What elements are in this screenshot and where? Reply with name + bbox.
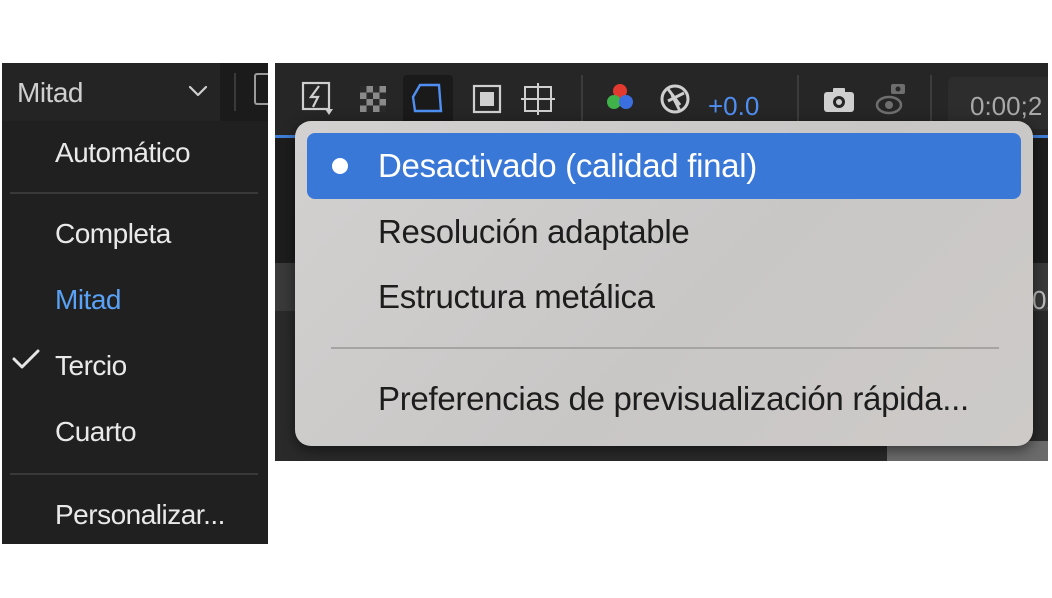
show-snapshot-icon[interactable] (875, 81, 909, 117)
checkmark-icon (12, 349, 40, 369)
color-channels-icon[interactable] (603, 81, 637, 117)
exposure-icon[interactable] (658, 81, 692, 117)
menu-item-mitad[interactable]: Mitad (55, 284, 121, 316)
menu-item-desactivado[interactable]: Desactivado (calidad final) (307, 133, 1021, 199)
panel-toggle-icon[interactable] (254, 73, 268, 105)
menu-item-resolucion-adaptable[interactable]: Resolución adaptable (307, 199, 1021, 265)
menu-item-label: Desactivado (calidad final) (378, 147, 757, 184)
menu-item-automatico[interactable]: Automático (55, 137, 191, 169)
menu-item-tercio[interactable]: Tercio (55, 350, 127, 382)
composition-viewer-panel: +0.0 0:00;2 02 Desactivado (calidad fina… (275, 63, 1048, 461)
menu-item-estructura-metalica[interactable]: Estructura metálica (307, 264, 1021, 330)
toolbar-divider (581, 75, 583, 121)
timecode: 0:00;2 (970, 91, 1043, 121)
menu-item-personalizar[interactable]: Personalizar... (55, 499, 225, 531)
radio-selected-icon (332, 158, 348, 174)
mask-path-icon (411, 83, 443, 113)
resolution-select-value: Mitad (17, 77, 83, 108)
menu-separator (331, 347, 999, 349)
toolbar-divider (797, 75, 799, 121)
mask-path-button[interactable] (403, 75, 453, 125)
transparency-grid-icon[interactable] (357, 81, 391, 117)
menu-separator (10, 473, 258, 475)
menu-item-completa[interactable]: Completa (55, 218, 171, 250)
title-safe-icon[interactable] (521, 81, 555, 117)
fast-preview-icon[interactable] (301, 81, 335, 117)
snapshot-camera-icon[interactable] (822, 81, 856, 117)
menu-separator (10, 192, 258, 194)
menu-item-label: Preferencias de previsualización rápida.… (378, 380, 969, 417)
toolbar-divider (234, 73, 236, 111)
menu-item-label: Resolución adaptable (378, 213, 690, 250)
fast-preview-menu: Desactivado (calidad final) Resolución a… (295, 121, 1033, 446)
region-of-interest-icon[interactable] (471, 81, 505, 117)
resolution-panel: Mitad Automático Completa Mitad Tercio C… (2, 63, 268, 544)
resolution-menu: Automático Completa Mitad Tercio Cuarto … (2, 121, 268, 544)
menu-item-preferencias[interactable]: Preferencias de previsualización rápida.… (307, 366, 1021, 432)
toolbar-divider (930, 75, 932, 121)
chevron-down-icon (188, 85, 208, 97)
menu-item-label: Estructura metálica (378, 278, 655, 315)
resolution-select[interactable]: Mitad (2, 63, 220, 121)
menu-item-cuarto[interactable]: Cuarto (55, 416, 137, 448)
exposure-value[interactable]: +0.0 (708, 91, 759, 122)
